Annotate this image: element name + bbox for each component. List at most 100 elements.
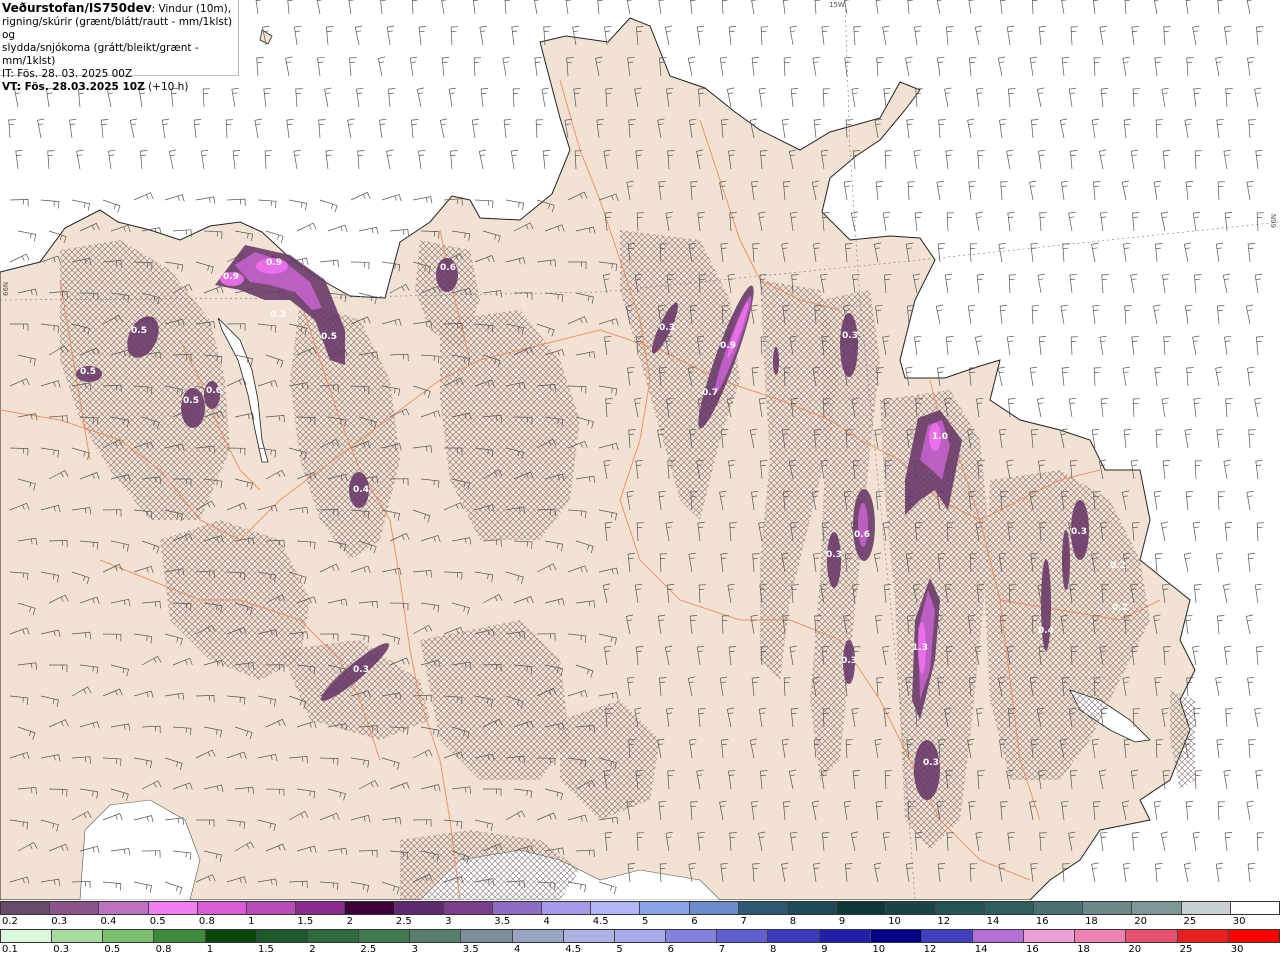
legend_rain-label: 3.5 (462, 944, 479, 955)
precip-value-label: 0.3 (270, 310, 286, 320)
legend_snow-label: 1.5 (297, 916, 314, 927)
legend_rain-swatch (1126, 930, 1178, 942)
precip-value-label: 0.7 (702, 388, 718, 398)
legend_rain-label: 10 (872, 944, 886, 955)
legend_rain-swatch (205, 930, 257, 942)
map-title-suffix: : Vindur (10m), (151, 3, 232, 15)
precip-value-label: 0.9 (720, 341, 736, 351)
legend_snow-swatch (1230, 902, 1279, 914)
map-title: Veðurstofan/IS750dev (2, 1, 152, 15)
legend_snow-swatch (443, 902, 493, 914)
precip-value-label: 0.2 (1110, 561, 1126, 571)
precip-value-label: 0.3 (841, 656, 857, 666)
precip-value-label: 1.0 (932, 432, 948, 442)
legend_snow-swatch (1132, 902, 1182, 914)
lon-label: 15W (829, 1, 845, 9)
precip-value-label: 0.6 (206, 386, 222, 396)
legend_snow-swatch (345, 902, 395, 914)
legend_rain-swatch (870, 930, 922, 942)
precip-value-label: 0.6 (440, 263, 456, 273)
precip-value-label: 0.3 (842, 331, 858, 341)
lat-label-right: 66N (1270, 213, 1278, 228)
legend_rain-swatch (717, 930, 769, 942)
legend_snow-swatch (296, 902, 346, 914)
legend_rain-swatch (512, 930, 564, 942)
legend_snow-label: 20 (1134, 916, 1148, 927)
snow-colorbar (0, 901, 1280, 915)
map-info-box: Veðurstofan/IS750dev: Vindur (10m), rign… (0, 0, 239, 93)
legend_rain-swatch (1228, 930, 1279, 942)
legend_snow-swatch (246, 902, 297, 914)
legend_rain-swatch (410, 930, 462, 942)
weather-map: 0.9 0.9 0.3 0.5 0.5 0.5 0.5 0.6 0.4 0.6 0.3 0.3 0.9 0… (0, 0, 1280, 900)
precip-value-label: 0.5 (321, 332, 337, 342)
initial-time: IT: Fös. 28. 03. 2025 00Z (2, 68, 133, 80)
legend_rain-label: 14 (974, 944, 988, 955)
legend_snow-label: 30 (1232, 916, 1246, 927)
legend_snow-swatch (984, 902, 1034, 914)
legend_rain-swatch (614, 930, 667, 942)
legend_snow-label: 0.4 (100, 916, 117, 927)
rain-colorbar-labels: 0.1 0.3 0.5 0.8 1 1.5 2 2.5 3 3.5 4 4.5 5 6 7 8 9 10 12 14 1… (0, 944, 1280, 956)
legend_snow-label: 1 (248, 916, 255, 927)
legend_rain-swatch (972, 930, 1025, 942)
legend_rain-label: 1.5 (258, 944, 274, 955)
precip-value-label: 0.3 (923, 758, 939, 768)
legend_rain-label: 0.8 (155, 944, 172, 955)
legend_snow-label: 6 (691, 916, 698, 927)
legend_rain-label: 3 (411, 944, 418, 955)
legend_rain-label: 5 (616, 944, 623, 955)
precip-value-label: 0.2 (1112, 603, 1128, 613)
legend_snow-label: 2 (346, 916, 353, 927)
legend_rain-label: 1 (206, 944, 214, 955)
legend_snow-label: 0.3 (51, 916, 68, 927)
legend_snow-swatch (1083, 902, 1133, 914)
legend_snow-label: 0.2 (2, 916, 18, 927)
legend_rain-swatch (1075, 930, 1127, 942)
legend_rain-swatch (1024, 930, 1076, 942)
legend_rain-swatch (1177, 930, 1229, 942)
precip-value-label: 0.4 (353, 485, 369, 495)
legend_snow-label: 10 (888, 916, 901, 927)
map-subtitle-line3: slydda/snjókoma (grátt/bleikt/grænt - mm… (2, 42, 199, 67)
legend_snow-swatch (148, 902, 198, 914)
legend_snow-swatch (788, 902, 838, 914)
precip-value-label: 0.3 (1071, 527, 1087, 537)
legend_rain-swatch (921, 930, 973, 942)
legend_snow-label: 16 (1035, 916, 1049, 927)
valid-time-offset: (+10 h) (144, 81, 189, 93)
legend_snow-swatch (591, 902, 641, 914)
legend_snow-swatch (50, 902, 100, 914)
legend_rain-label: 8 (770, 944, 777, 955)
legend_rain-label: 12 (923, 944, 937, 955)
legend_snow-swatch (640, 902, 690, 914)
precip-value-label: 0.3 (826, 550, 842, 560)
precip-value-label: 0.3 (353, 665, 369, 675)
legend_snow-label: 9 (838, 916, 846, 927)
legend_snow-label: 2.5 (395, 916, 412, 927)
precip-value-label: 0.3 (659, 323, 675, 333)
legend_rain-label: 2 (309, 944, 316, 955)
legend_snow-swatch (738, 902, 788, 914)
legend_rain-swatch (461, 930, 513, 942)
legend_rain-label: 25 (1179, 944, 1193, 955)
legend_rain-label: 4 (514, 944, 521, 955)
legend_rain-label: 0.5 (104, 944, 121, 955)
legend_rain-label: 30 (1230, 944, 1244, 955)
legend_snow-swatch (99, 902, 149, 914)
legend_rain-swatch (52, 930, 104, 942)
legend_snow-label: 18 (1085, 916, 1098, 927)
legend_rain-swatch (819, 930, 871, 942)
legend_snow-label: 14 (986, 916, 1000, 927)
legend_snow-swatch (492, 902, 543, 914)
legend_snow-swatch (935, 902, 985, 914)
legend_snow-label: 5 (642, 916, 649, 927)
legend_rain-label: 4.5 (565, 944, 582, 955)
legend_rain-swatch (256, 930, 308, 942)
legend_snow-swatch (1, 902, 51, 914)
legend_rain-label: 16 (1026, 944, 1039, 955)
legend_snow-swatch (542, 902, 592, 914)
snow-colorbar-labels: 0.2 0.3 0.4 0.5 0.8 1 1.5 2 2.5 3 3.5 4 4.5 5 6 7 8 9 10 12… (0, 916, 1280, 928)
precip-value-label: 0.5 (183, 396, 199, 406)
legend_snow-label: 3.5 (494, 916, 511, 927)
